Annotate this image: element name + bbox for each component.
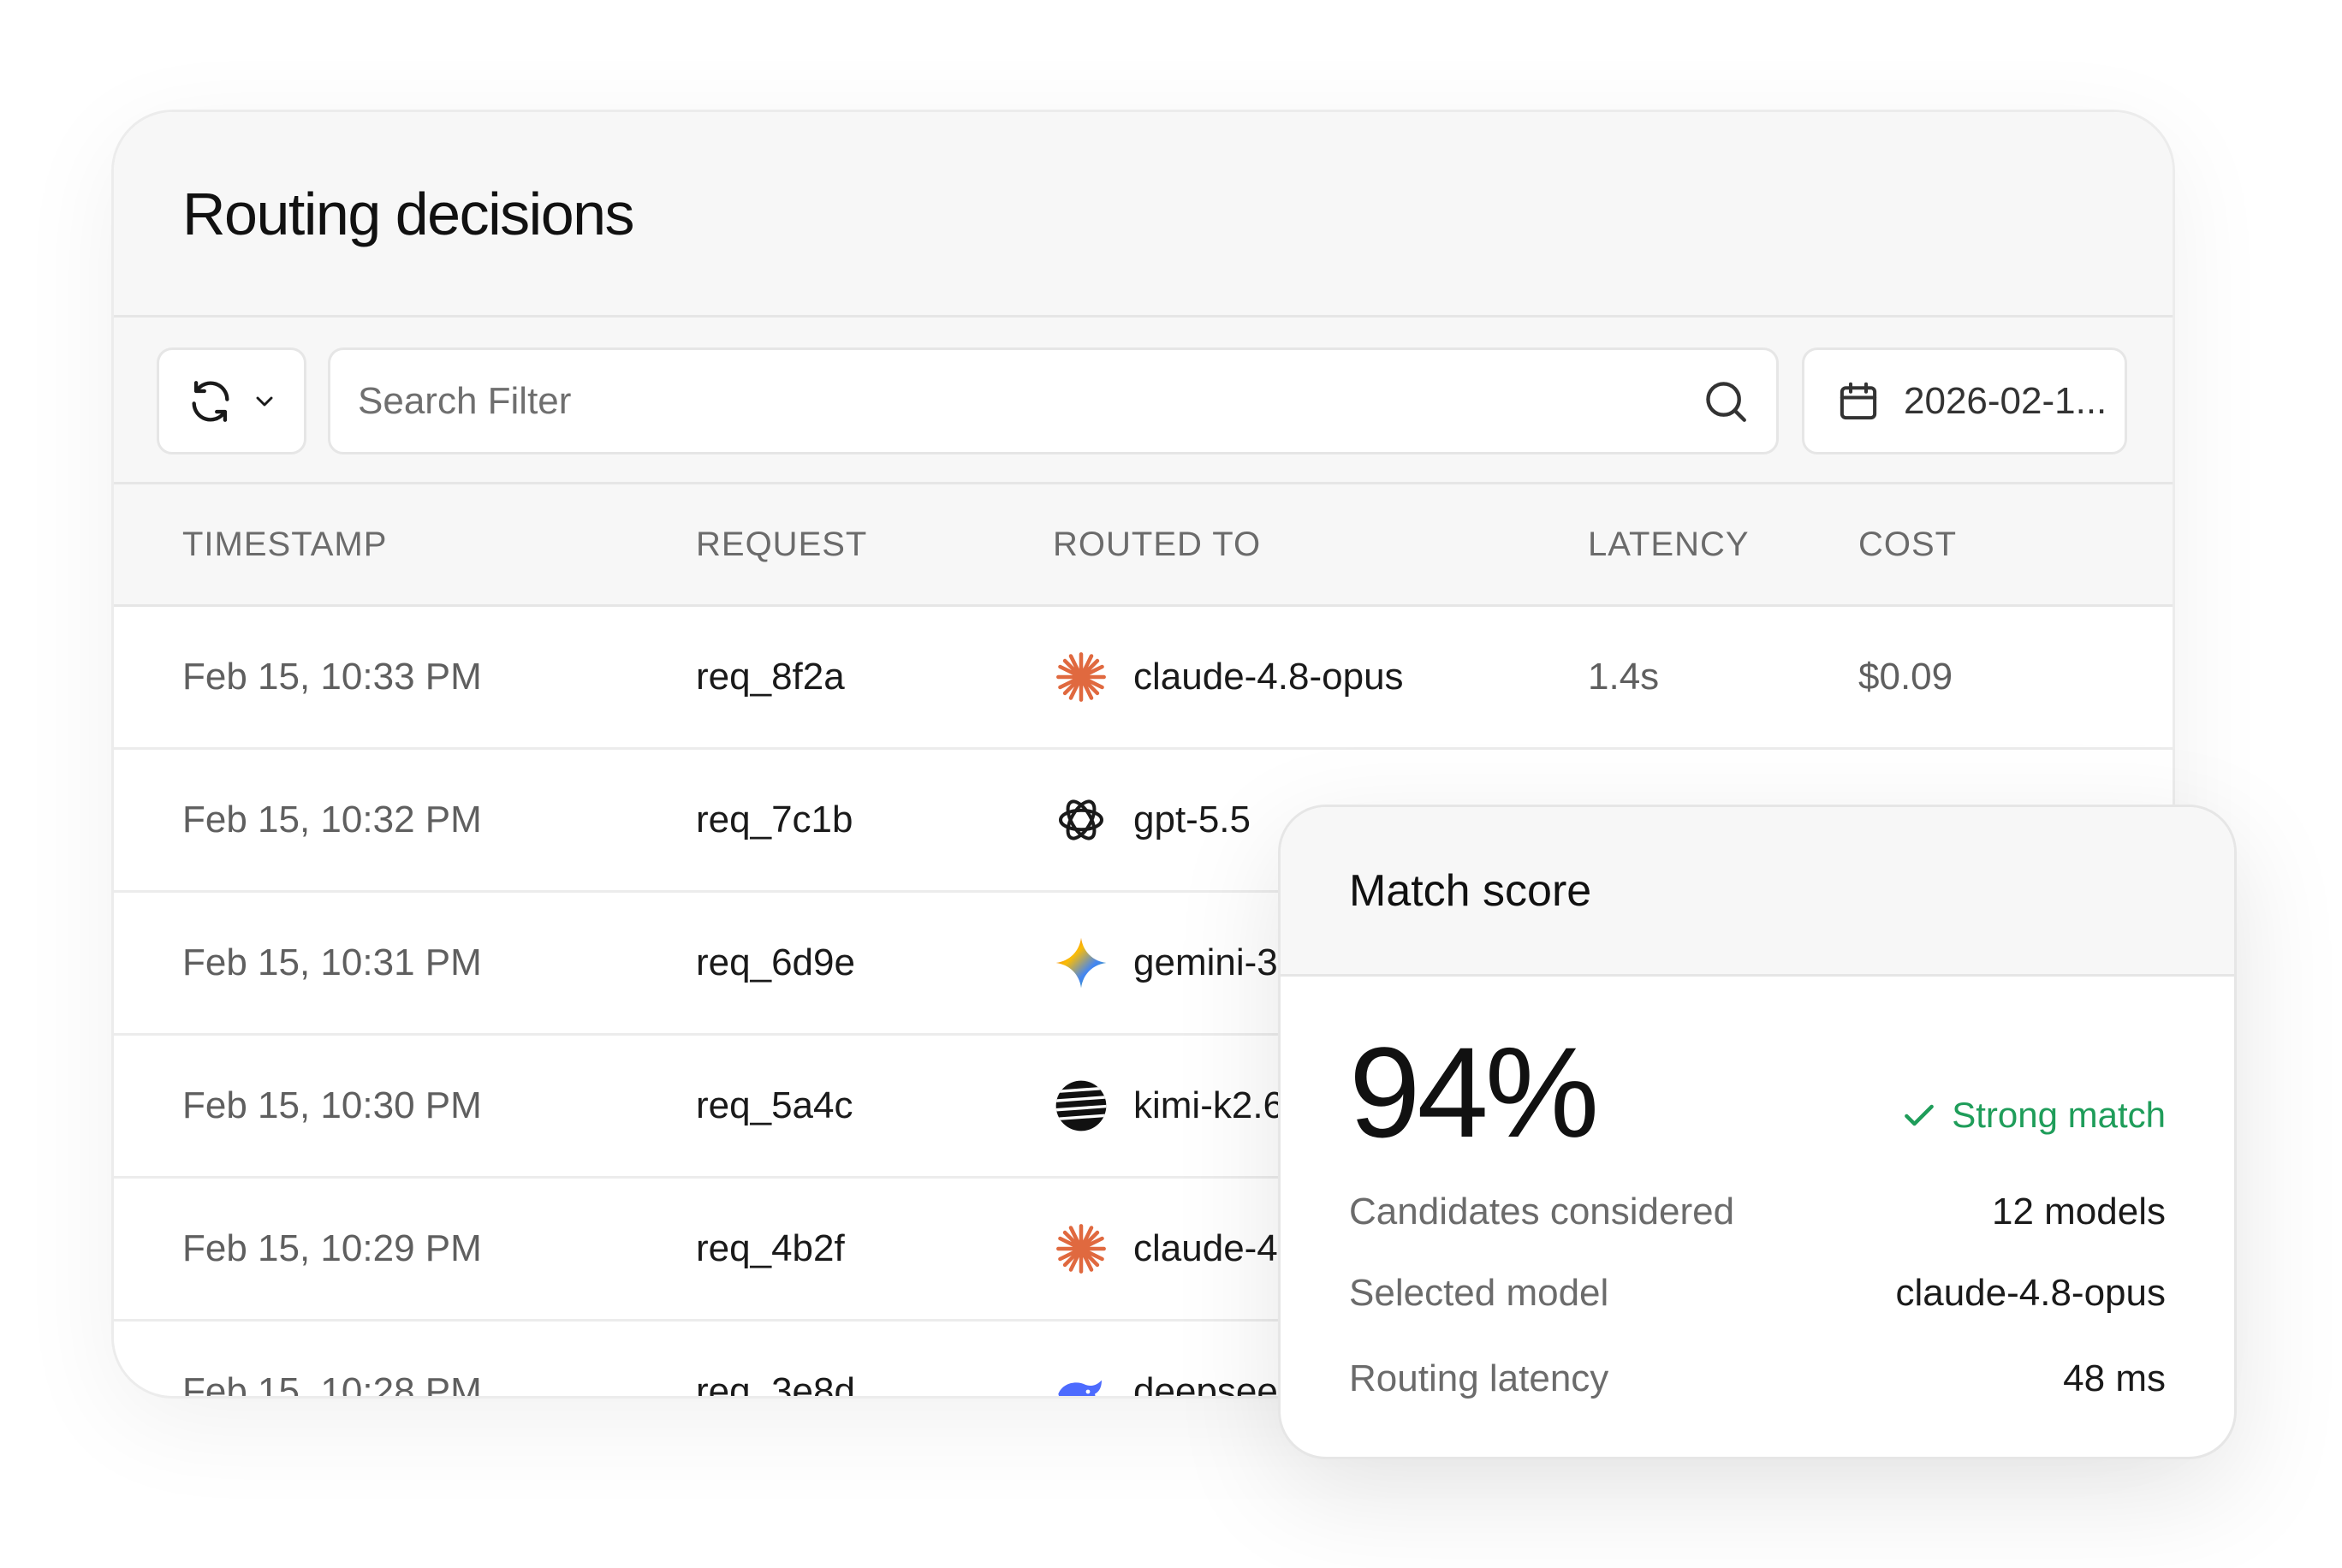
stat-row-selected-model: Selected model claude-4.8-opus xyxy=(1349,1272,2166,1315)
column-header-timestamp[interactable]: TIMESTAMP xyxy=(182,484,387,604)
routed-to-cell: kimi-k2.6 xyxy=(1053,1036,1284,1176)
refresh-dropdown-button[interactable] xyxy=(157,347,306,454)
search-input[interactable] xyxy=(330,349,1701,453)
page-title: Routing decisions xyxy=(182,180,635,247)
claude-starburst-icon xyxy=(1053,1221,1109,1277)
routed-to-cell: claude-4.8-opus xyxy=(1053,607,1404,747)
request-cell: req_4b2f xyxy=(696,1227,845,1269)
request-cell: req_7c1b xyxy=(696,799,853,840)
request-cell: req_8f2a xyxy=(696,656,845,698)
refresh-icon xyxy=(186,377,235,426)
timestamp-cell: Feb 15, 10:33 PM xyxy=(182,656,482,698)
date-range-label: 2026-02-1... xyxy=(1904,379,2107,422)
column-header-request[interactable]: REQUEST xyxy=(696,484,867,604)
calendar-icon xyxy=(1835,378,1881,425)
model-name: claude-4 xyxy=(1133,1227,1278,1269)
kimi-stripes-icon xyxy=(1053,1078,1109,1134)
toolbar: 2026-02-1... xyxy=(114,318,2173,484)
column-header-cost[interactable]: COST xyxy=(1858,484,1957,604)
search-icon[interactable] xyxy=(1701,377,1751,426)
stat-value: claude-4.8-opus xyxy=(1895,1272,2166,1314)
model-name: claude-4.8-opus xyxy=(1133,656,1404,698)
request-cell: req_3e8d xyxy=(696,1370,855,1399)
model-name: deepseek xyxy=(1133,1370,1297,1399)
gemini-sparkle-icon xyxy=(1053,935,1109,991)
request-cell: req_6d9e xyxy=(696,941,855,983)
match-score-value: 94% xyxy=(1349,1020,1599,1164)
request-cell: req_5a4c xyxy=(696,1084,853,1126)
model-name: gpt-5.5 xyxy=(1133,799,1251,840)
timestamp-cell: Feb 15, 10:32 PM xyxy=(182,799,482,840)
stat-label: Routing latency xyxy=(1349,1357,1609,1399)
table-row[interactable]: Feb 15, 10:33 PM req_8f2a claude-4.8-opu… xyxy=(114,607,2173,750)
deepseek-whale-icon xyxy=(1053,1363,1109,1396)
date-range-button[interactable]: 2026-02-1... xyxy=(1802,347,2127,454)
timestamp-cell: Feb 15, 10:29 PM xyxy=(182,1227,482,1269)
model-name: kimi-k2.6 xyxy=(1133,1084,1285,1126)
match-card-header: Match score xyxy=(1281,807,2234,977)
model-name: gemini-3. xyxy=(1133,941,1288,983)
routed-to-cell: gpt-5.5 xyxy=(1053,750,1251,890)
match-status-label: Strong match xyxy=(1952,1095,2166,1135)
routed-to-cell: deepseek xyxy=(1053,1322,1297,1399)
stat-value: 48 ms xyxy=(2063,1357,2166,1399)
stat-label: Candidates considered xyxy=(1349,1191,1735,1232)
claude-starburst-icon xyxy=(1053,649,1109,705)
cost-cell: $0.09 xyxy=(1858,656,1953,698)
column-header-latency[interactable]: LATENCY xyxy=(1588,484,1750,604)
stat-value: 12 models xyxy=(1991,1191,2166,1232)
routed-to-cell: claude-4 xyxy=(1053,1179,1278,1319)
latency-cell: 1.4s xyxy=(1588,656,1660,698)
match-status: Strong match xyxy=(1900,1095,2166,1136)
openai-knot-icon xyxy=(1053,792,1109,848)
match-score-card: Match score 94% Strong match Candidates … xyxy=(1278,805,2237,1459)
match-card-title: Match score xyxy=(1349,865,1592,916)
timestamp-cell: Feb 15, 10:28 PM xyxy=(182,1370,482,1399)
timestamp-cell: Feb 15, 10:30 PM xyxy=(182,1084,482,1126)
card-header: Routing decisions xyxy=(114,112,2173,318)
stat-label: Selected model xyxy=(1349,1272,1609,1314)
stat-row-candidates: Candidates considered 12 models xyxy=(1349,1191,2166,1233)
column-header-routed-to[interactable]: ROUTED TO xyxy=(1053,484,1261,604)
table-header: TIMESTAMP REQUEST ROUTED TO LATENCY COST xyxy=(114,484,2173,607)
search-box xyxy=(328,347,1779,454)
chevron-down-icon xyxy=(251,388,278,415)
routed-to-cell: gemini-3. xyxy=(1053,893,1288,1033)
stat-row-routing-latency: Routing latency 48 ms xyxy=(1349,1357,2166,1400)
check-icon xyxy=(1900,1096,1938,1134)
timestamp-cell: Feb 15, 10:31 PM xyxy=(182,941,482,983)
